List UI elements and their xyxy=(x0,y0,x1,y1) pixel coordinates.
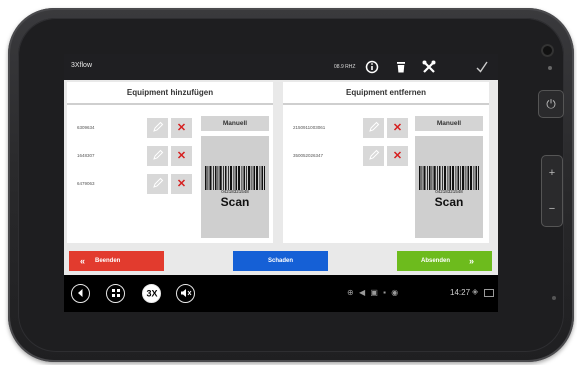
app-topbar: 3Xflow 08.9 RHZ xyxy=(64,54,498,80)
equipment-id: 6309634 xyxy=(77,125,95,130)
screenshot-icon: ▣ xyxy=(370,288,378,297)
apps-icon[interactable] xyxy=(106,284,125,303)
delete-button[interactable]: ✕ xyxy=(387,118,408,138)
equipment-row: 6479063 ✕ xyxy=(67,174,207,194)
svg-text:3X: 3X xyxy=(146,289,157,299)
gps-icon: ◉ xyxy=(391,288,399,297)
mic-dot xyxy=(552,296,556,300)
delete-button[interactable]: ✕ xyxy=(171,146,192,166)
wifi-icon: ◈ xyxy=(472,287,479,296)
finish-label: Beenden xyxy=(95,258,121,264)
equipment-id: 350052026347 xyxy=(293,153,324,158)
barcode-number: 04218321548 xyxy=(221,189,249,194)
scan-button[interactable]: 04218321548 Scan xyxy=(415,136,483,238)
volume-up-button[interactable]: + xyxy=(541,155,563,191)
remove-equipment-panel: Equipment entfernen 2150911003061 ✕ 3500… xyxy=(283,82,489,243)
add-equipment-panel: Equipment hinzufügen 6309634 ✕ 1648307 ✕… xyxy=(67,82,273,243)
pencil-icon xyxy=(153,121,164,132)
double-chevron-right-icon: » xyxy=(469,256,475,266)
add-equipment-title: Equipment hinzufügen xyxy=(67,82,273,105)
info-icon[interactable] xyxy=(364,59,380,75)
edit-button[interactable] xyxy=(147,146,168,166)
manual-button[interactable]: Manuell xyxy=(415,116,483,131)
sensor-dot xyxy=(548,66,552,70)
barcode-icon xyxy=(205,166,265,190)
x-icon: ✕ xyxy=(392,150,403,162)
location-icon: ⊕ xyxy=(347,288,354,297)
scan-button[interactable]: 04218321548 Scan xyxy=(201,136,269,238)
manual-button[interactable]: Manuell xyxy=(201,116,269,131)
3x-logo-icon[interactable]: 3X xyxy=(142,284,161,303)
finish-button[interactable]: « Beenden xyxy=(69,251,164,271)
clock: 14:27 xyxy=(450,288,471,297)
power-button[interactable]: ⏻ xyxy=(538,90,564,118)
edit-button[interactable] xyxy=(147,174,168,194)
pencil-icon xyxy=(153,149,164,160)
equipment-row: 2150911003061 ✕ xyxy=(283,118,423,138)
pencil-icon xyxy=(153,177,164,188)
volume-rocker[interactable]: + − xyxy=(541,155,563,227)
pencil-icon xyxy=(369,149,380,160)
damage-button[interactable]: Schaden xyxy=(233,251,328,271)
equipment-id: 6479063 xyxy=(77,181,95,186)
edit-button[interactable] xyxy=(147,118,168,138)
delete-button[interactable]: ✕ xyxy=(171,118,192,138)
pencil-icon xyxy=(369,121,380,132)
keyboard-icon: ▪ xyxy=(383,288,386,297)
x-icon: ✕ xyxy=(176,150,187,162)
trash-icon[interactable] xyxy=(393,59,409,75)
double-chevron-left-icon: « xyxy=(80,256,86,266)
tools-icon[interactable] xyxy=(421,59,437,75)
barcode-icon xyxy=(419,166,479,190)
action-bar: « Beenden Schaden Absenden » xyxy=(64,247,498,275)
camera-icon xyxy=(541,44,554,57)
equipment-row: 6309634 ✕ xyxy=(67,118,207,138)
scan-label: Scan xyxy=(220,195,250,209)
status-icons: ⊕ ◀ ▣ ▪ ◉ xyxy=(347,288,398,297)
x-icon: ✕ xyxy=(176,122,187,134)
version-label: 08.9 RHZ xyxy=(334,64,356,70)
barcode-number: 04218321548 xyxy=(435,189,463,194)
equipment-row: 1648307 ✕ xyxy=(67,146,207,166)
equipment-row: 350052026347 ✕ xyxy=(283,146,423,166)
battery-icon xyxy=(484,289,494,297)
equipment-id: 2150911003061 xyxy=(293,125,326,130)
mute-icon[interactable] xyxy=(176,284,195,303)
volume-icon: ◀ xyxy=(358,288,366,297)
volume-down-button[interactable]: − xyxy=(541,191,563,227)
screen: 3Xflow 08.9 RHZ Equipment hinzufügen 630… xyxy=(64,54,498,312)
x-icon: ✕ xyxy=(392,122,403,134)
app-title: 3Xflow xyxy=(71,62,93,69)
equipment-id: 1648307 xyxy=(77,153,95,158)
remove-equipment-title: Equipment entfernen xyxy=(283,82,489,105)
edit-button[interactable] xyxy=(363,146,384,166)
scan-label: Scan xyxy=(434,195,464,209)
checkmark-icon[interactable] xyxy=(474,59,490,75)
x-icon: ✕ xyxy=(176,178,187,190)
back-icon[interactable] xyxy=(71,284,90,303)
submit-label: Absenden xyxy=(421,258,451,264)
edit-button[interactable] xyxy=(363,118,384,138)
delete-button[interactable]: ✕ xyxy=(387,146,408,166)
submit-button[interactable]: Absenden » xyxy=(397,251,492,271)
delete-button[interactable]: ✕ xyxy=(171,174,192,194)
system-navbar: 3X ⊕ ◀ ▣ ▪ ◉ 14:27 ◈ xyxy=(64,275,498,312)
